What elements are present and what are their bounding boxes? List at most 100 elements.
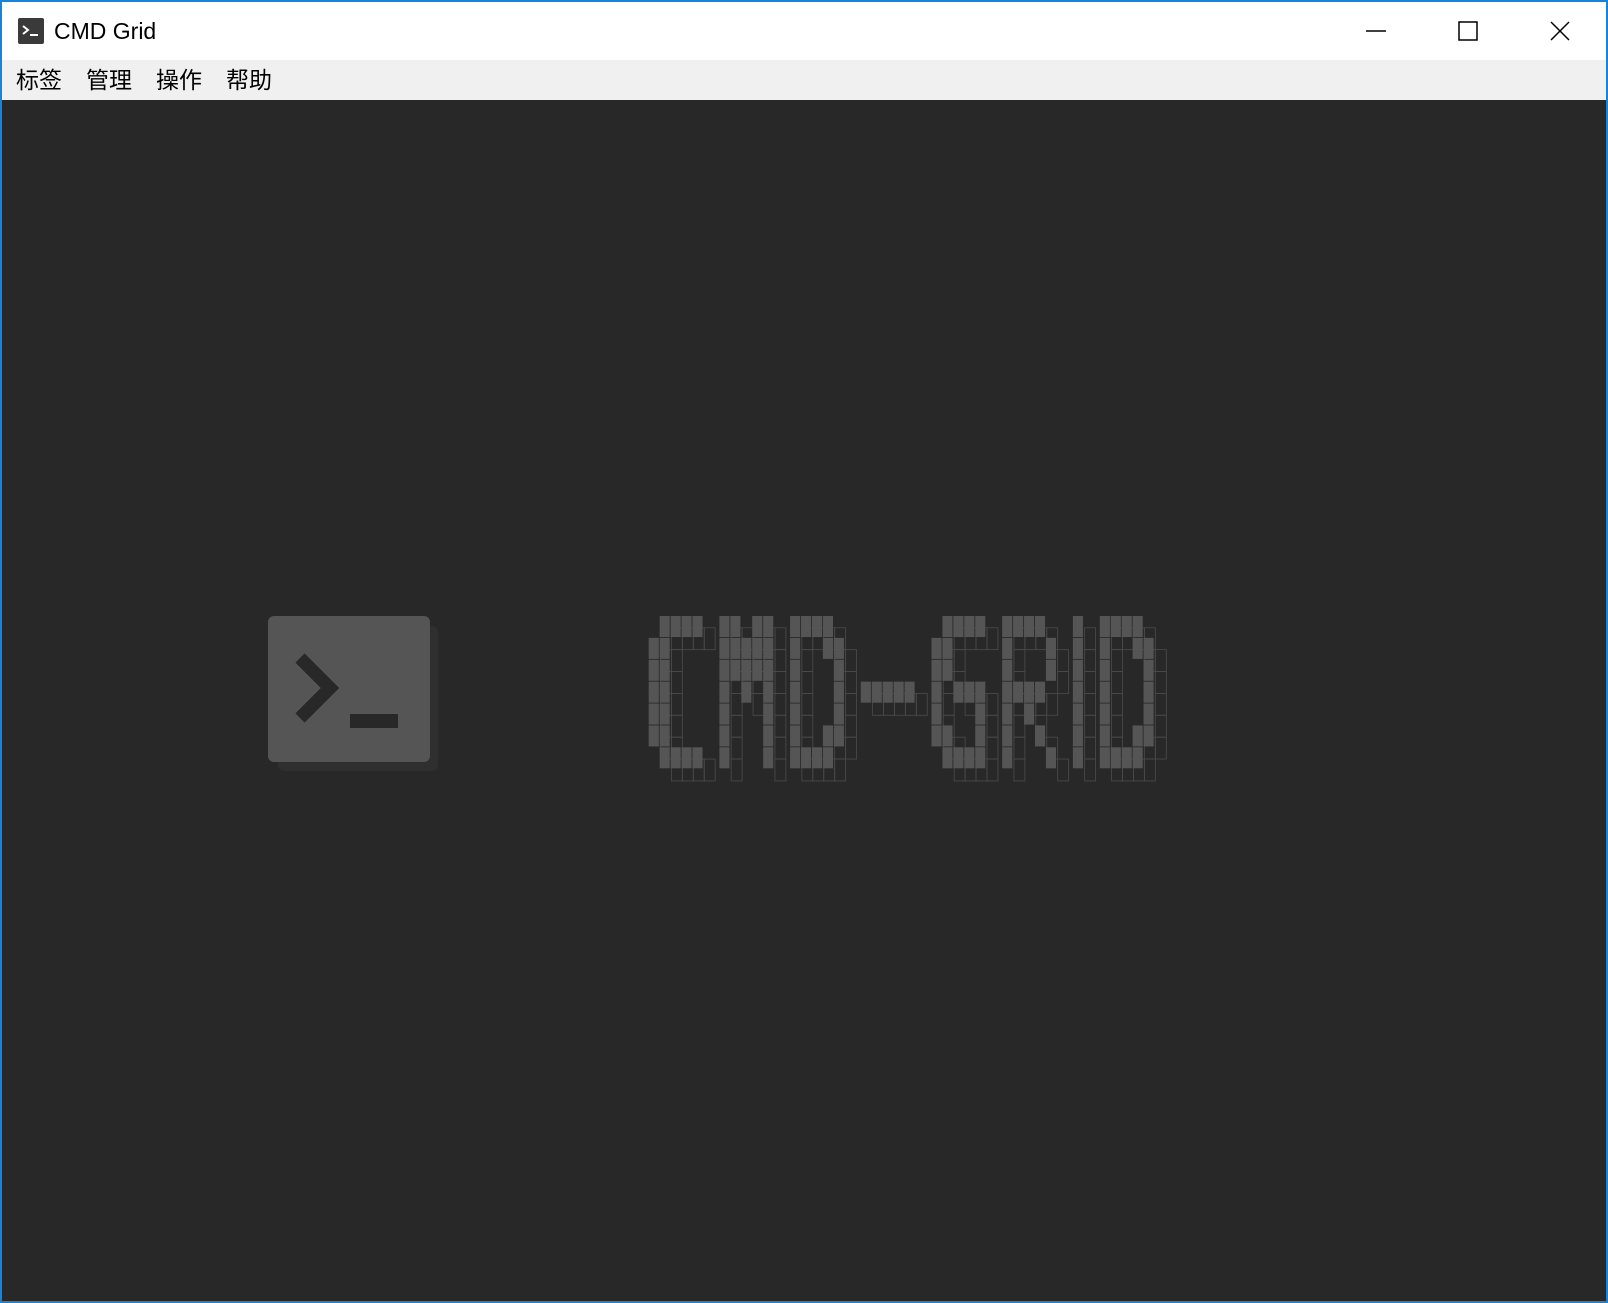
- menu-tabs[interactable]: 标签: [4, 60, 74, 100]
- logo-block: [931, 659, 942, 681]
- logo-block: [741, 659, 752, 681]
- logo-block: [659, 681, 670, 703]
- menu-help[interactable]: 帮助: [214, 60, 284, 100]
- logo-block: [763, 703, 774, 725]
- menu-actions[interactable]: 操作: [144, 60, 214, 100]
- logo-block-outline: [774, 736, 787, 760]
- logo-block-outline: [845, 736, 857, 760]
- logo-block-outline: [1154, 649, 1167, 672]
- logo-block-outline: [730, 693, 743, 716]
- close-button[interactable]: [1514, 2, 1606, 60]
- logo-block-outline: [774, 627, 787, 651]
- logo-block: [648, 725, 659, 747]
- menu-bar: 标签 管理 操作 帮助: [2, 60, 1606, 100]
- logo-block: [942, 637, 953, 659]
- logo-block: [752, 616, 763, 638]
- logo-block: [1002, 681, 1013, 703]
- logo-block: [1072, 616, 1083, 638]
- logo-block-outline: [1111, 714, 1123, 738]
- logo-block: [670, 616, 681, 638]
- logo-block: [964, 747, 975, 769]
- logo-block: [1002, 725, 1013, 747]
- logo-block: [833, 725, 844, 747]
- logo-block-outline: [752, 693, 765, 716]
- logo-block: [681, 747, 692, 769]
- logo-block-outline: [1057, 671, 1070, 694]
- logo-block-outline: [953, 649, 966, 672]
- logo-block: [931, 637, 942, 659]
- logo-block-outline: [1084, 627, 1096, 651]
- logo-block: [752, 637, 763, 659]
- logo-block-outline: [801, 714, 814, 738]
- logo-block: [833, 703, 844, 725]
- logo-block-outline: [1013, 649, 1026, 672]
- logo-block: [964, 681, 975, 703]
- minimize-button[interactable]: [1330, 2, 1422, 60]
- logo-block: [1034, 681, 1046, 703]
- logo-block: [648, 681, 659, 703]
- logo-block-outline: [1057, 758, 1070, 782]
- logo-block: [648, 659, 659, 681]
- logo-block-outline: [774, 693, 787, 716]
- logo-block: [681, 616, 692, 638]
- logo-block: [942, 747, 953, 769]
- logo-block: [1099, 659, 1110, 681]
- logo-block: [692, 747, 703, 769]
- title-bar[interactable]: CMD Grid: [2, 2, 1606, 60]
- logo-block: [822, 725, 833, 747]
- logo-block-outline: [1013, 714, 1026, 738]
- logo-block-outline: [1084, 693, 1096, 716]
- window-title: CMD Grid: [54, 18, 157, 44]
- logo-block-outline: [1084, 649, 1096, 672]
- logo-block: [1045, 659, 1057, 681]
- logo-block: [1002, 703, 1013, 725]
- logo-block: [719, 659, 730, 681]
- logo-block: [931, 703, 942, 725]
- logo-block: [833, 659, 844, 681]
- logo-block: [741, 681, 752, 703]
- logo-block: [975, 703, 986, 725]
- logo-block: [1002, 747, 1013, 769]
- logo-block: [975, 725, 986, 747]
- logo-block: [790, 747, 801, 769]
- logo-block-outline: [845, 714, 857, 738]
- logo-block: [833, 681, 844, 703]
- logo-block-outline: [670, 693, 683, 716]
- menu-manage[interactable]: 管理: [74, 60, 144, 100]
- logo-block: [1013, 681, 1024, 703]
- logo-block: [752, 659, 763, 681]
- logo-block: [964, 616, 975, 638]
- logo-block: [871, 681, 882, 703]
- logo-block: [1121, 747, 1132, 769]
- logo-block-outline: [986, 693, 999, 716]
- logo-block: [1024, 703, 1035, 725]
- logo-block: [1143, 725, 1154, 747]
- logo-block: [1072, 703, 1083, 725]
- logo-block-outline: [1084, 671, 1096, 694]
- logo-block-outline: [801, 693, 814, 716]
- close-icon: [1550, 21, 1570, 41]
- logo-block: [1143, 637, 1154, 659]
- logo-block-outline: [1084, 714, 1096, 738]
- logo-block: [1002, 637, 1013, 659]
- terminal-prompt-icon: [268, 616, 438, 771]
- terminal-prompt-icon: [18, 18, 44, 44]
- logo-block: [1099, 703, 1110, 725]
- logo-block-outline: [1084, 758, 1096, 782]
- logo-block-outline: [1084, 736, 1096, 760]
- logo-block: [1132, 637, 1143, 659]
- logo-block-outline: [1111, 649, 1123, 672]
- logo-block-outline: [774, 758, 787, 782]
- logo-block-outline: [774, 671, 787, 694]
- maximize-button[interactable]: [1422, 2, 1514, 60]
- logo-block: [1024, 616, 1035, 638]
- logo-block: [790, 725, 801, 747]
- logo-block: [1024, 681, 1035, 703]
- logo-block: [1045, 747, 1057, 769]
- logo-block: [1002, 659, 1013, 681]
- logo-block: [975, 681, 986, 703]
- logo-block: [942, 725, 953, 747]
- logo-block-outline: [915, 693, 928, 716]
- logo-block-outline: [845, 693, 857, 716]
- logo-block: [953, 616, 964, 638]
